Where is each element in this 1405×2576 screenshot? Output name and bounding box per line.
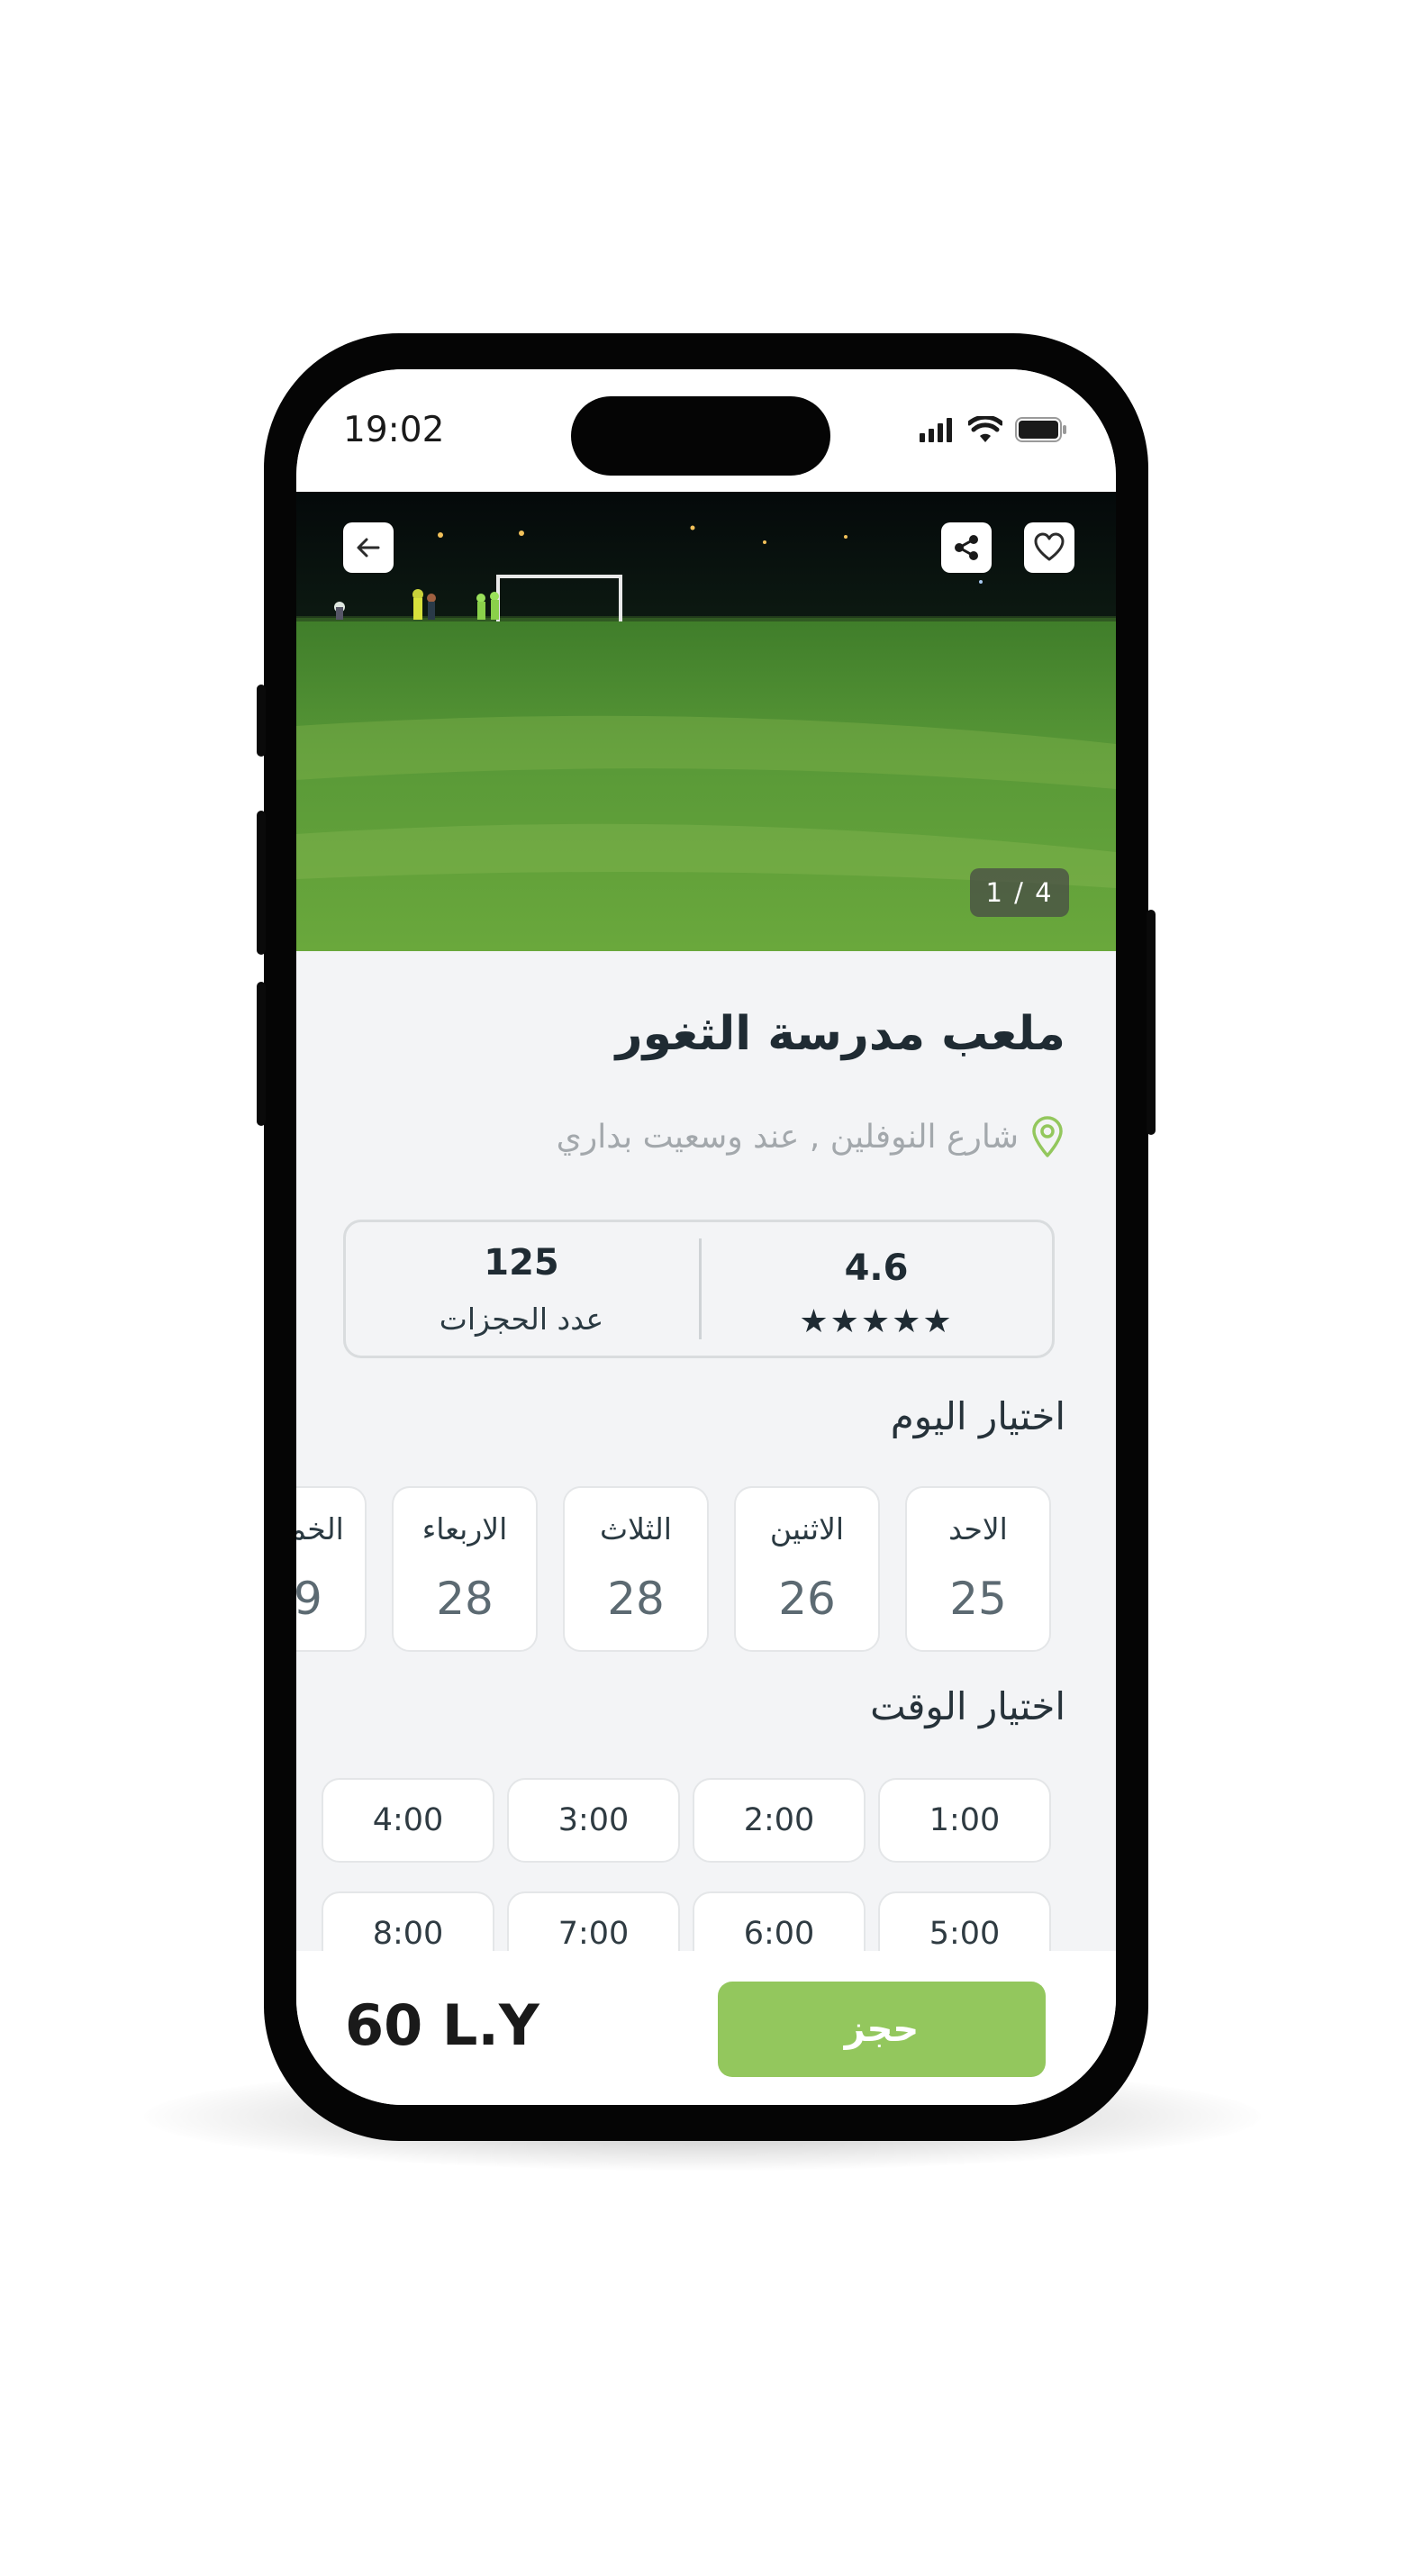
venue-location: شارع النوفلين , عند وسعيت بداري	[557, 1115, 1065, 1158]
volume-down-button	[257, 982, 266, 1126]
time-slot[interactable]: 4:00	[322, 1778, 494, 1863]
time-slot[interactable]: 3:00	[507, 1778, 680, 1863]
bookings-count: 125	[484, 1242, 559, 1283]
rating-stat: 4.6 ★★★★★	[701, 1222, 1052, 1356]
mute-switch	[257, 685, 266, 757]
location-pin-icon	[1032, 1116, 1063, 1157]
time-section-title: اختيار الوقت	[870, 1684, 1065, 1728]
day-name: الاثنين	[769, 1511, 845, 1547]
rating-value: 4.6	[844, 1247, 909, 1289]
venue-photo[interactable]: 1 / 4	[296, 492, 1116, 951]
status-bar: 19:02	[296, 369, 1116, 492]
heart-icon	[1034, 532, 1065, 561]
booking-bar: 60 L.Y حجز	[296, 1951, 1116, 2105]
power-button	[1147, 910, 1156, 1135]
day-card[interactable]: الثلاث 28	[563, 1486, 709, 1652]
venue-title: ملعب مدرسة الثغور	[615, 1007, 1065, 1061]
day-section-title: اختيار اليوم	[890, 1394, 1065, 1438]
day-name: الثلاث	[600, 1511, 672, 1547]
stats-card: 125 عدد الحجزات 4.6 ★★★★★	[343, 1220, 1055, 1358]
day-name: الخميس	[296, 1511, 344, 1547]
favorite-button[interactable]	[1024, 522, 1074, 573]
status-icons	[920, 416, 1067, 443]
day-number: 29	[296, 1573, 322, 1625]
day-card[interactable]: الاثنين 26	[734, 1486, 880, 1652]
location-text: شارع النوفلين , عند وسعيت بداري	[556, 1118, 1019, 1156]
day-number: 26	[778, 1573, 836, 1625]
back-button[interactable]	[343, 522, 394, 573]
volume-up-button	[257, 811, 266, 955]
status-time: 19:02	[343, 410, 445, 450]
day-card[interactable]: الاحد 25	[905, 1486, 1051, 1652]
day-number: 28	[607, 1573, 665, 1625]
dynamic-island	[571, 396, 830, 476]
book-button[interactable]: حجز	[718, 1982, 1046, 2077]
battery-icon	[1015, 417, 1066, 442]
day-card[interactable]: الخميس 29	[296, 1486, 367, 1652]
back-arrow-icon	[357, 538, 380, 558]
time-slot[interactable]: 1:00	[878, 1778, 1051, 1863]
phone-frame: 19:02 1 / 4 ملعب مدرسة الثغور شارع النوف…	[257, 333, 1156, 2141]
day-number: 28	[436, 1573, 494, 1625]
rating-stars: ★★★★★	[799, 1303, 954, 1340]
bookings-stat: 125 عدد الحجزات	[346, 1222, 697, 1356]
day-number: 25	[949, 1573, 1007, 1625]
day-name: الاحد	[948, 1511, 1008, 1547]
share-button[interactable]	[941, 522, 992, 573]
wifi-icon	[968, 416, 1002, 442]
image-counter: 1 / 4	[970, 868, 1069, 917]
time-slot[interactable]: 2:00	[693, 1778, 866, 1863]
signal-icon	[920, 418, 952, 442]
bookings-label: عدد الحجزات	[439, 1302, 604, 1337]
app-screen: 19:02 1 / 4 ملعب مدرسة الثغور شارع النوف…	[296, 369, 1116, 2105]
day-card[interactable]: الاربعاء 28	[392, 1486, 538, 1652]
share-icon	[955, 535, 978, 560]
day-name: الاربعاء	[422, 1511, 508, 1547]
price: 60 L.Y	[345, 1992, 539, 2058]
